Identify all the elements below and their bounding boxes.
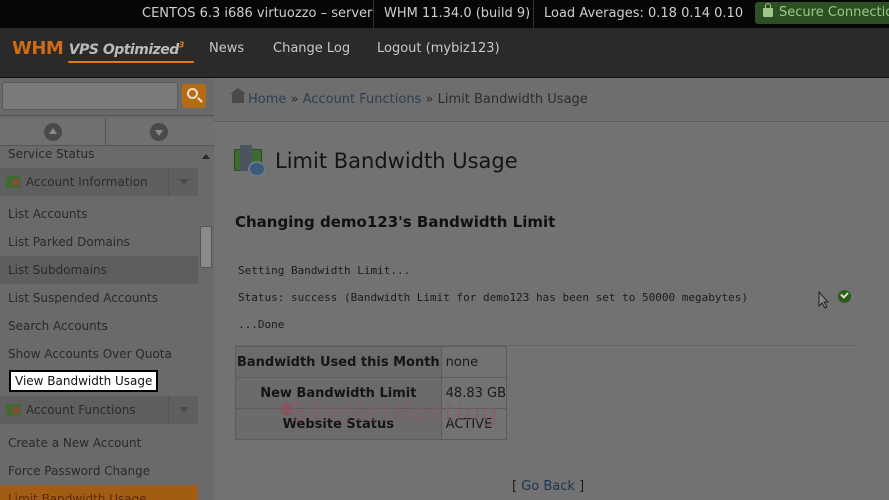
load-averages: Load Averages: 0.18 0.14 0.10 [533, 0, 753, 28]
success-check-icon [838, 290, 851, 303]
page-title: Limit Bandwidth Usage [275, 149, 518, 173]
sidebar-item-show-accounts-over-quota[interactable]: Show Accounts Over Quota [0, 340, 198, 368]
menu-scroll-up[interactable] [0, 118, 106, 146]
secure-connection-label: Secure Connection [779, 5, 889, 20]
sidebar-item-search-accounts[interactable]: Search Accounts [0, 312, 198, 340]
lock-icon [763, 3, 773, 17]
watermark-text: SiteNetHosting [290, 398, 499, 428]
sidebar-item-list-parked-domains[interactable]: List Parked Domains [0, 228, 198, 256]
logo-whm: WHM [12, 38, 64, 59]
whm-logo[interactable]: WHM VPS Optimized3 [12, 38, 194, 63]
sidebar-item-force-password-change[interactable]: Force Password Change [0, 457, 198, 485]
sidebar-section-account-functions[interactable]: Account Functions [0, 396, 198, 424]
sidebar-search-input[interactable] [2, 82, 178, 110]
account-functions-icon [6, 404, 21, 416]
account-information-icon [6, 176, 21, 188]
breadcrumb-home[interactable]: Home [248, 92, 286, 107]
secure-connection-badge[interactable]: Secure Connection [755, 2, 889, 24]
home-icon [230, 88, 246, 103]
log-line-1: Setting Bandwidth Limit... [238, 264, 411, 277]
menu-scroll-down[interactable] [106, 118, 212, 146]
logo-vps: VPS Optimized [68, 42, 180, 58]
section-heading: Changing demo123's Bandwidth Limit [235, 213, 556, 231]
arrow-down-icon [150, 123, 168, 141]
menu-scroll-arrows [0, 118, 214, 146]
main-content: Limit Bandwidth Usage Changing demo123's… [214, 123, 889, 500]
bandwidth-icon [234, 145, 268, 179]
breadcrumb-current: Limit Bandwidth Usage [437, 92, 588, 107]
log-line-3: ...Done [238, 318, 285, 331]
sidebar-item-view-bandwidth-usage[interactable]: View Bandwidth Usage [0, 367, 198, 395]
nav-news[interactable]: News [209, 28, 244, 78]
sidebar-item-list-accounts[interactable]: List Accounts [0, 200, 198, 228]
sidebar-section-account-information[interactable]: Account Information [0, 168, 198, 196]
breadcrumb-bar: Home » Account Functions » Limit Bandwid… [214, 78, 889, 122]
logo-sup: 3 [178, 40, 185, 50]
sidebar-item-list-subdomains[interactable]: List Subdomains [0, 256, 198, 284]
chevron-down-icon[interactable] [168, 168, 198, 196]
log-line-2: Status: success (Bandwidth Limit for dem… [238, 291, 748, 304]
sidebar-scrollbar[interactable] [198, 146, 214, 500]
nav-change-log[interactable]: Change Log [273, 28, 350, 78]
mouse-cursor-icon [818, 291, 830, 309]
watermark-icon [280, 402, 292, 416]
search-icon [187, 88, 198, 99]
sidebar-search-row [0, 78, 214, 116]
whm-version: WHM 11.34.0 (build 9) [373, 0, 540, 28]
breadcrumb-separator: » [425, 92, 434, 107]
scroll-up-arrow-icon[interactable] [202, 154, 210, 159]
watermark-logo: SiteNetHosting [280, 398, 499, 428]
sidebar-section-label: Account Information [26, 175, 148, 189]
breadcrumb-account-functions[interactable]: Account Functions [303, 92, 422, 107]
search-button[interactable] [182, 84, 206, 108]
arrow-up-icon [44, 123, 62, 141]
table-row: Bandwidth Used this Month none [235, 346, 508, 378]
breadcrumb-separator: » [290, 92, 299, 107]
sidebar-item-service-status[interactable]: Service Status [0, 146, 198, 168]
sidebar: Service Status Account Information List … [0, 78, 214, 500]
sidebar-item-list-suspended-accounts[interactable]: List Suspended Accounts [0, 284, 198, 312]
nav-logout[interactable]: Logout (mybiz123) [377, 28, 500, 78]
chevron-down-icon[interactable] [168, 396, 198, 424]
sidebar-item-create-new-account[interactable]: Create a New Account [0, 429, 198, 457]
breadcrumb: Home » Account Functions » Limit Bandwid… [230, 78, 588, 122]
row-value: none [440, 346, 508, 378]
logo-underline [68, 61, 194, 63]
go-back-link[interactable]: Go Back [521, 479, 575, 494]
sidebar-item-label: View Bandwidth Usage [9, 370, 159, 392]
nav-bar: WHM VPS Optimized3 News Change Log Logou… [0, 28, 889, 78]
server-info: CENTOS 6.3 i686 virtuozzo – server [142, 6, 373, 21]
row-key: Bandwidth Used this Month [235, 346, 442, 378]
scrollbar-thumb[interactable] [200, 226, 212, 268]
top-info-bar: CENTOS 6.3 i686 virtuozzo – server WHM 1… [0, 0, 889, 28]
sidebar-menu: Service Status Account Information List … [0, 146, 198, 500]
sidebar-item-limit-bandwidth-usage[interactable]: Limit Bandwidth Usage [0, 485, 198, 500]
go-back-wrapper: [ Go Back ] [512, 479, 585, 494]
sidebar-section-label: Account Functions [26, 403, 136, 417]
